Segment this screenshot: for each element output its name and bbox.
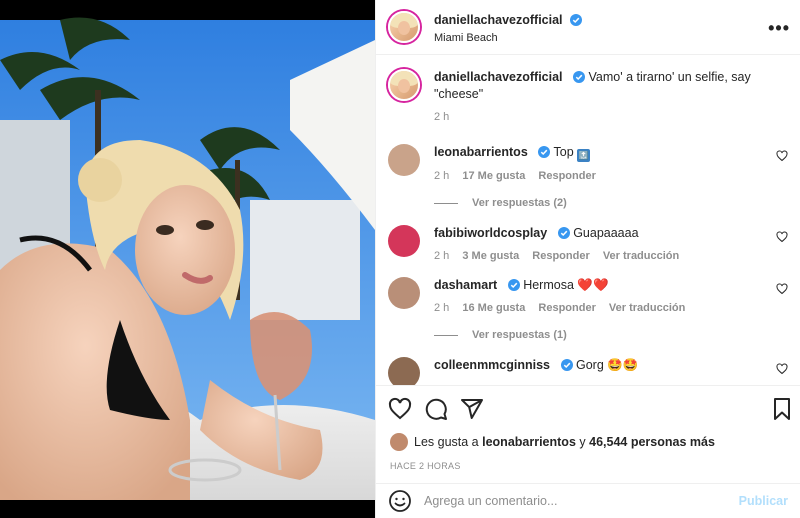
- likes-middle: y: [579, 435, 586, 449]
- caption-author-avatar[interactable]: [388, 69, 420, 101]
- verified-badge-icon: [557, 227, 570, 239]
- post-header: daniellachavezofficial Miami Beach •••: [376, 0, 800, 55]
- emoji-icon[interactable]: [388, 489, 412, 513]
- likes-count[interactable]: 46,544 personas más: [589, 435, 715, 449]
- commenter-avatar[interactable]: [388, 144, 420, 176]
- reply-button[interactable]: Responder: [538, 302, 595, 314]
- verified-badge-icon: [560, 359, 573, 371]
- instagram-post-view: daniellachavezofficial Miami Beach ••• d…: [0, 0, 800, 518]
- comment-item: fabibiworldcosplay Guapaaaaa 2 h 3 Me gu…: [388, 225, 788, 265]
- post-timestamp[interactable]: HACE 2 HORAS: [376, 453, 800, 483]
- top-emoji-icon: 🔝: [577, 149, 591, 162]
- comment-item: leonabarrientos Top 🔝 2 h 17 Me gusta Re…: [388, 144, 788, 185]
- comment-text: Hermosa: [523, 278, 574, 292]
- comment-meta: 2 h 3 Me gusta Responder Ver traducción: [434, 248, 788, 265]
- liker-username[interactable]: leonabarrientos: [482, 435, 576, 449]
- comment-body: dashamart Hermosa ❤️❤️ 2 h 16 Me gusta R…: [434, 277, 788, 317]
- view-replies-label: Ver respuestas (2): [472, 197, 567, 209]
- reply-button[interactable]: Responder: [532, 250, 589, 262]
- commenter-username[interactable]: colleenmmcginniss: [434, 358, 550, 372]
- post-caption: daniellachavezofficial Vamo' a tirarno' …: [388, 69, 788, 126]
- comment-time: 2 h: [434, 302, 450, 314]
- comment-likes[interactable]: 3 Me gusta: [462, 250, 519, 262]
- comment-time: 2 h: [434, 250, 450, 262]
- verified-badge-icon: [538, 146, 551, 158]
- comment-text: Guapaaaaa: [573, 226, 639, 240]
- commenter-avatar[interactable]: [388, 357, 420, 385]
- comment-item: colleenmmcginniss Gorg 🤩🤩: [388, 357, 788, 385]
- comment-body: colleenmmcginniss Gorg 🤩🤩: [434, 357, 788, 374]
- comment-meta: 2 h 16 Me gusta Responder Ver traducción: [434, 300, 788, 317]
- post-photo[interactable]: [0, 0, 375, 518]
- comment-likes[interactable]: 17 Me gusta: [462, 170, 525, 182]
- comment-body: leonabarrientos Top 🔝 2 h 17 Me gusta Re…: [434, 144, 788, 185]
- more-options-icon[interactable]: •••: [768, 18, 790, 39]
- heart-icon[interactable]: [776, 363, 788, 375]
- likes-summary: Les gusta a leonabarrientos y 46,544 per…: [376, 431, 800, 453]
- view-replies-label: Ver respuestas (1): [472, 329, 567, 341]
- comment-text: Top: [553, 145, 574, 159]
- commenter-username[interactable]: dashamart: [434, 278, 497, 292]
- commenter-username[interactable]: leonabarrientos: [434, 145, 528, 159]
- heart-icon[interactable]: [776, 150, 788, 162]
- comment-text: Gorg: [575, 358, 604, 372]
- comment-likes[interactable]: 16 Me gusta: [462, 302, 525, 314]
- add-comment-bar: Publicar: [376, 483, 800, 518]
- comment-item: dashamart Hermosa ❤️❤️ 2 h 16 Me gusta R…: [388, 277, 788, 317]
- caption-body: daniellachavezofficial Vamo' a tirarno' …: [434, 69, 788, 126]
- comment-meta: 2 h 17 Me gusta Responder: [434, 168, 788, 185]
- author-username[interactable]: daniellachavezofficial: [434, 13, 563, 27]
- caption-time: 2 h: [434, 111, 450, 123]
- author-avatar[interactable]: [388, 11, 420, 43]
- hearts-emoji-icon: ❤️❤️: [577, 278, 609, 292]
- commenter-username[interactable]: fabibiworldcosplay: [434, 226, 547, 240]
- heart-icon[interactable]: [388, 397, 412, 421]
- translate-button[interactable]: Ver traducción: [609, 302, 685, 314]
- publish-button[interactable]: Publicar: [739, 494, 788, 508]
- verified-badge-icon: [573, 71, 586, 83]
- caption-username[interactable]: daniellachavezofficial: [434, 70, 563, 84]
- comment-input[interactable]: [424, 494, 739, 508]
- likes-prefix: Les gusta a: [414, 435, 479, 449]
- selfie-image: [0, 0, 375, 518]
- commenter-avatar[interactable]: [388, 277, 420, 309]
- post-location[interactable]: Miami Beach: [434, 32, 582, 44]
- comments-list[interactable]: daniellachavezofficial Vamo' a tirarno' …: [376, 55, 800, 385]
- comment-body: fabibiworldcosplay Guapaaaaa 2 h 3 Me gu…: [434, 225, 788, 265]
- comment-icon[interactable]: [424, 397, 448, 421]
- commenter-avatar[interactable]: [388, 225, 420, 257]
- star-eyes-emoji-icon: 🤩🤩: [607, 358, 639, 372]
- verified-badge-icon: [569, 13, 582, 26]
- author-info: daniellachavezofficial Miami Beach: [434, 11, 582, 44]
- heart-icon[interactable]: [776, 231, 788, 243]
- view-replies-button[interactable]: Ver respuestas (1): [434, 329, 788, 341]
- bookmark-icon[interactable]: [770, 397, 794, 421]
- post-details-panel: daniellachavezofficial Miami Beach ••• d…: [375, 0, 800, 518]
- translate-button[interactable]: Ver traducción: [603, 250, 679, 262]
- heart-icon[interactable]: [776, 283, 788, 295]
- post-actions: [376, 385, 800, 431]
- liker-avatar[interactable]: [390, 433, 408, 451]
- reply-button[interactable]: Responder: [538, 170, 595, 182]
- share-icon[interactable]: [460, 397, 484, 421]
- view-replies-button[interactable]: Ver respuestas (2): [434, 197, 788, 209]
- caption-meta: 2 h: [434, 109, 788, 126]
- verified-badge-icon: [507, 279, 520, 291]
- comment-time: 2 h: [434, 170, 450, 182]
